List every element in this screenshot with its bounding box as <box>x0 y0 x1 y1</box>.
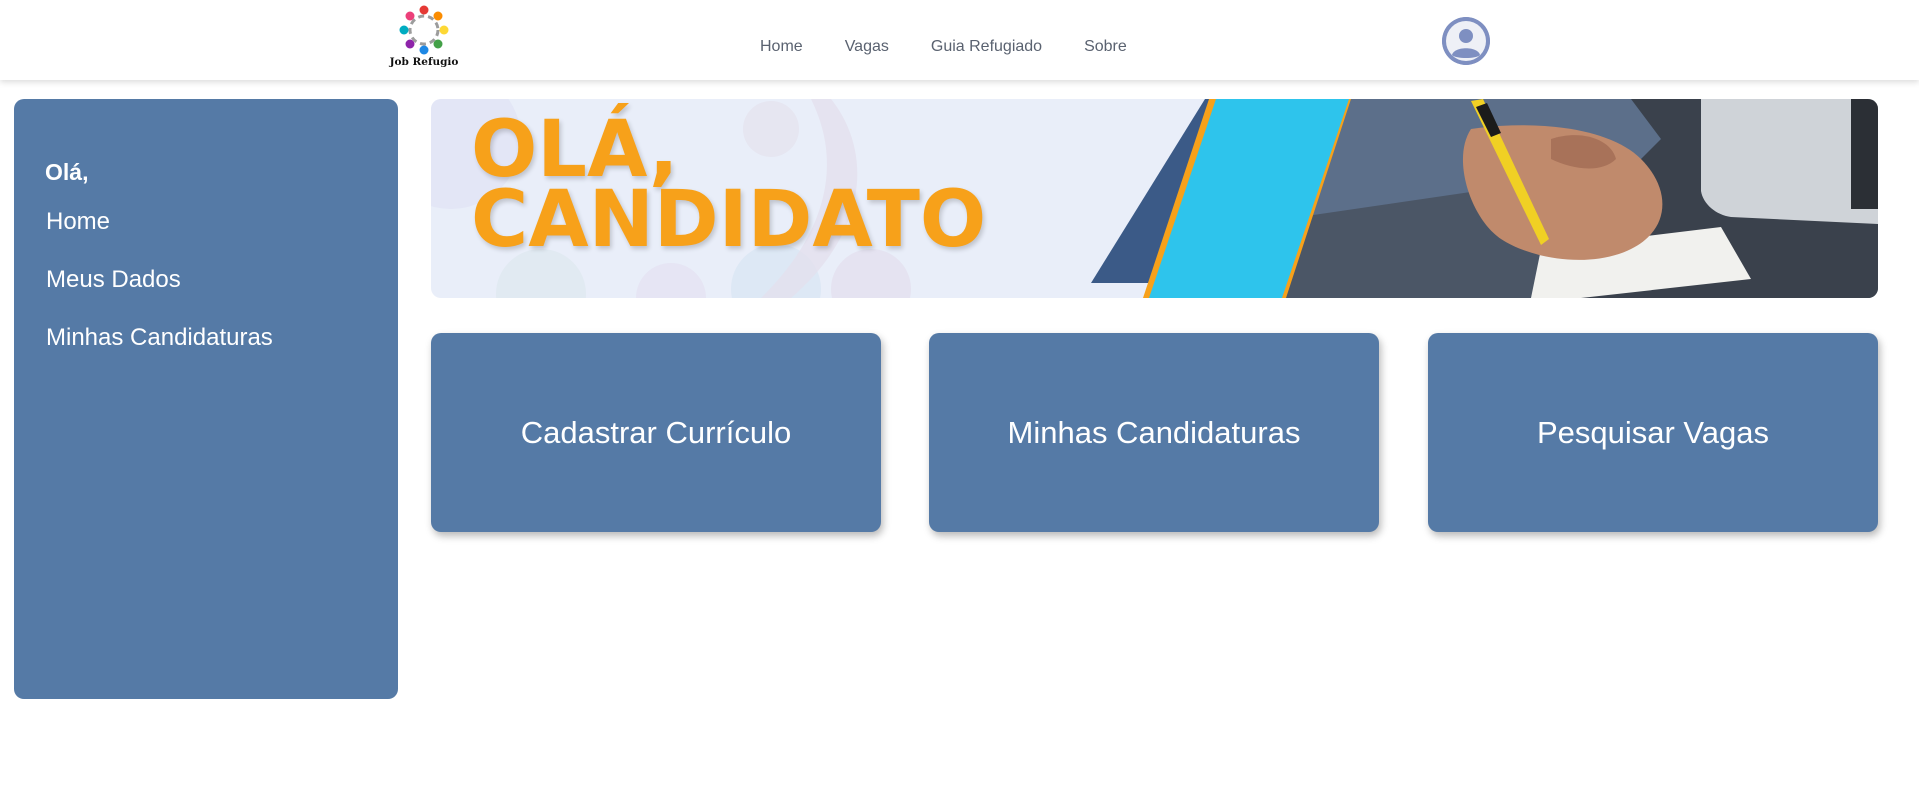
sidebar-item-home[interactable]: Home <box>46 207 273 265</box>
nav-guia-refugiado-link[interactable]: Guia Refugiado <box>931 38 1042 56</box>
nav-sobre-link[interactable]: Sobre <box>1084 38 1127 56</box>
sidebar-menu: Home Meus Dados Minhas Candidaturas <box>46 207 273 381</box>
job-refugio-logo-icon <box>399 5 449 55</box>
sidebar-item-minhas-candidaturas[interactable]: Minhas Candidaturas <box>46 323 273 381</box>
sidebar-item-meus-dados[interactable]: Meus Dados <box>46 265 273 323</box>
user-avatar-icon <box>1442 17 1490 65</box>
cadastrar-curriculo-card[interactable]: Cadastrar Currículo <box>431 333 881 532</box>
pesquisar-vagas-card[interactable]: Pesquisar Vagas <box>1428 333 1878 532</box>
logo-link[interactable]: Job Refugio <box>386 4 462 72</box>
banner-title: OLÁ, CANDIDATO <box>471 111 987 265</box>
logo-text: Job Refugio <box>389 56 459 68</box>
minhas-candidaturas-card[interactable]: Minhas Candidaturas <box>929 333 1379 532</box>
banner-title-line-2: CANDIDATO <box>471 175 987 265</box>
nav-home-link[interactable]: Home <box>760 38 803 56</box>
welcome-banner: OLÁ, CANDIDATO <box>431 99 1878 298</box>
user-avatar-button[interactable] <box>1442 17 1490 65</box>
top-navbar: Job Refugio Home Vagas Guia Refugiado So… <box>0 0 1919 80</box>
main-nav: Home Vagas Guia Refugiado Sobre <box>760 38 1127 56</box>
sidebar-greeting: Olá, <box>45 159 89 185</box>
nav-vagas-link[interactable]: Vagas <box>845 38 889 56</box>
sidebar: Olá, Home Meus Dados Minhas Candidaturas <box>14 99 398 699</box>
